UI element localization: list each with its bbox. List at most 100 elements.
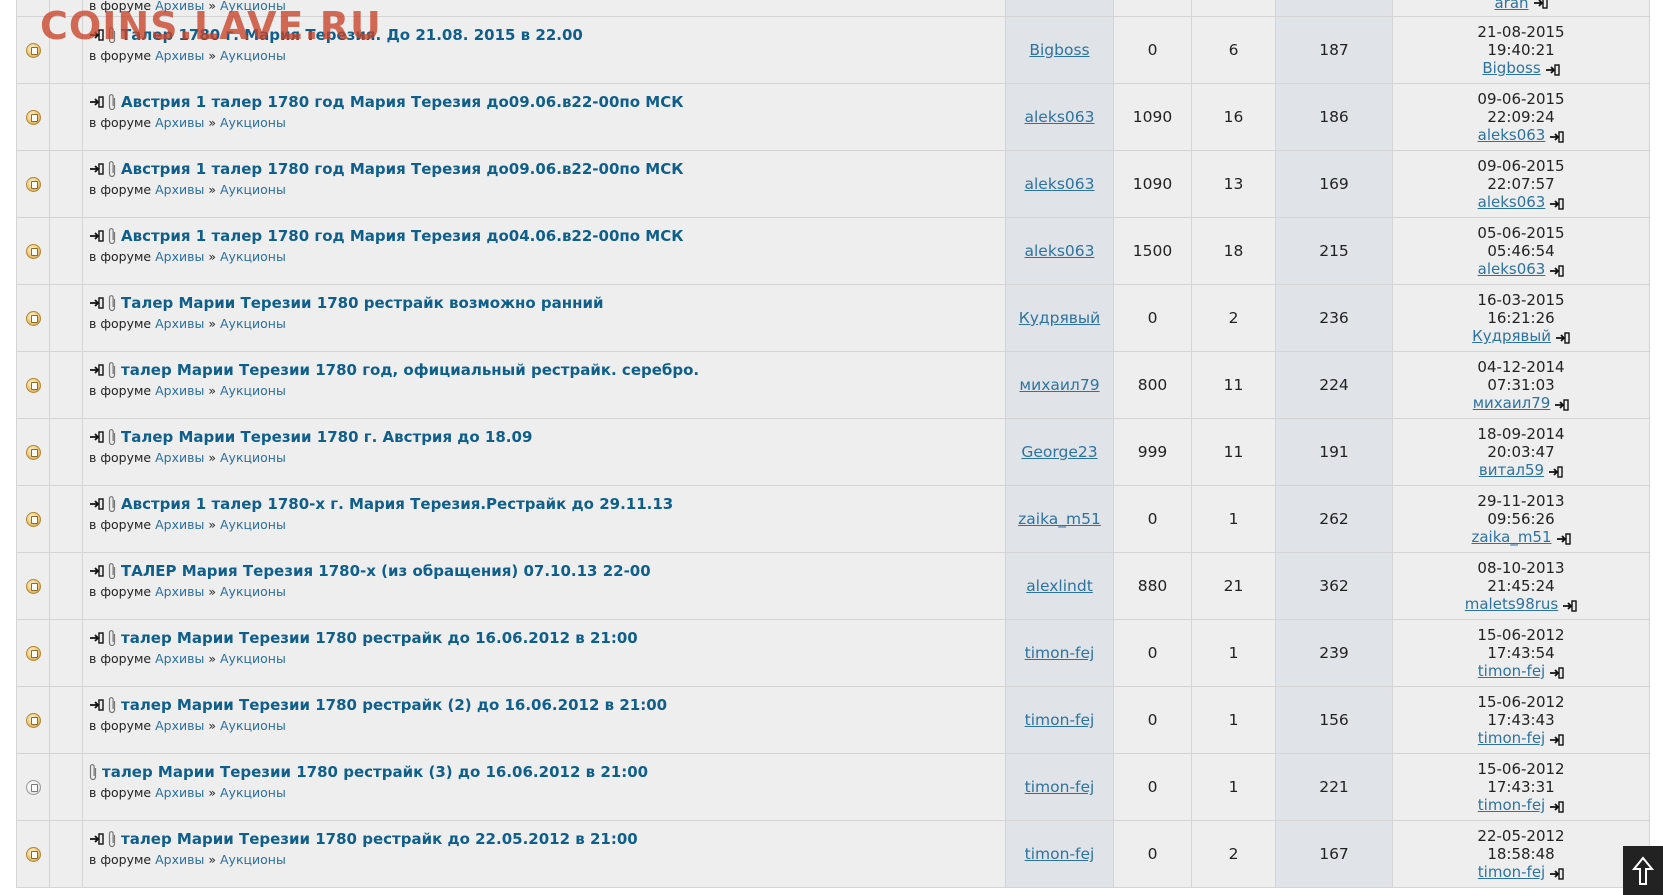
subforum-link[interactable]: Аукционы xyxy=(220,584,286,599)
last-post-user[interactable]: aleks063 xyxy=(1478,126,1546,144)
topic-title-link[interactable]: талер Марии Терезии 1780 рестрайк (2) до… xyxy=(121,696,667,714)
subforum-link[interactable]: Аукционы xyxy=(220,718,286,733)
topic-title-link[interactable]: Австрия 1 талер 1780-х г. Мария Терезия.… xyxy=(121,495,673,513)
go-to-first-new-icon[interactable] xyxy=(89,95,104,109)
go-to-last-post-icon[interactable] xyxy=(1554,397,1569,411)
topic-author-link[interactable]: aleks063 xyxy=(1025,175,1095,193)
topic-author-link[interactable]: timon-fej xyxy=(1025,778,1095,796)
topic-title-link[interactable]: талер Марии Терезии 1780 рестрайк (3) до… xyxy=(102,763,648,781)
go-to-first-new-icon[interactable] xyxy=(89,564,104,578)
last-post-user[interactable]: timon-fej xyxy=(1478,729,1545,747)
forum-link[interactable]: Архивы xyxy=(155,48,204,63)
last-post-cell: 22-05-2012 18:58:48 timon-fej xyxy=(1393,821,1649,887)
blank-cell xyxy=(50,687,83,753)
last-post-user[interactable]: timon-fej xyxy=(1478,863,1545,881)
last-post-user[interactable]: aleks063 xyxy=(1478,193,1546,211)
attachment-icon xyxy=(108,495,117,513)
last-post-user[interactable]: михаил79 xyxy=(1473,394,1551,412)
last-post-user[interactable]: aran xyxy=(1494,0,1528,12)
topic-author-link[interactable]: aleks063 xyxy=(1025,242,1095,260)
subforum-link[interactable]: Аукционы xyxy=(220,450,286,465)
go-to-first-new-icon[interactable] xyxy=(89,631,104,645)
subforum-link[interactable]: Аукционы xyxy=(220,249,286,264)
topic-author-link[interactable]: timon-fej xyxy=(1025,644,1095,662)
topic-author-link[interactable]: George23 xyxy=(1021,443,1097,461)
forum-link[interactable]: Архивы xyxy=(155,517,204,532)
last-post-user[interactable]: malets98rus xyxy=(1465,595,1558,613)
go-to-first-new-icon[interactable] xyxy=(89,497,104,511)
last-post-user[interactable]: aleks063 xyxy=(1478,260,1546,278)
topic-author-link[interactable]: Bigboss xyxy=(1029,41,1089,59)
topic-author-link[interactable]: aleks063 xyxy=(1025,108,1095,126)
forum-link[interactable]: Архивы xyxy=(155,718,204,733)
last-post-user[interactable]: zaika_m51 xyxy=(1471,528,1551,546)
subforum-link[interactable]: Аукционы xyxy=(220,517,286,532)
go-to-last-post-icon[interactable] xyxy=(1549,799,1564,813)
subforum-link[interactable]: Аукционы xyxy=(220,182,286,197)
topic-list: в форуме Архивы » Аукционы aran Талер 17… xyxy=(16,0,1650,888)
go-to-last-post-icon[interactable] xyxy=(1555,330,1570,344)
forum-link[interactable]: Архивы xyxy=(155,584,204,599)
subforum-link[interactable]: Аукционы xyxy=(220,383,286,398)
topic-title-link[interactable]: талер Марии Терезии 1780 год, официальны… xyxy=(121,361,699,379)
forum-link[interactable]: Архивы xyxy=(155,383,204,398)
go-to-last-post-icon[interactable] xyxy=(1549,263,1565,277)
topic-author-link[interactable]: timon-fej xyxy=(1025,711,1095,729)
topic-author-link[interactable]: Кудрявый xyxy=(1019,309,1101,327)
topic-title-link[interactable]: талер Марии Терезии 1780 рестрайк до 22.… xyxy=(121,830,638,848)
go-to-last-post-icon[interactable] xyxy=(1548,464,1563,478)
go-to-first-new-icon[interactable] xyxy=(89,229,104,243)
scroll-to-top-button[interactable] xyxy=(1623,846,1663,895)
topic-title-link[interactable]: Австрия 1 талер 1780 год Мария Терезия д… xyxy=(121,227,684,245)
last-post-user[interactable]: timon-fej xyxy=(1478,662,1545,680)
last-post-user[interactable]: Bigboss xyxy=(1482,59,1540,77)
go-to-first-new-icon[interactable] xyxy=(89,296,104,310)
topic-title-link[interactable]: Талер Марии Терезии 1780 рестрайк возмож… xyxy=(121,294,604,312)
go-to-first-new-icon[interactable] xyxy=(89,430,104,444)
last-post-user[interactable]: timon-fej xyxy=(1478,796,1545,814)
last-post-user[interactable]: витал59 xyxy=(1479,461,1544,479)
go-to-last-post-icon[interactable] xyxy=(1549,665,1564,679)
go-to-last-post-icon[interactable] xyxy=(1533,0,1548,9)
go-to-last-post-icon[interactable] xyxy=(1562,598,1577,612)
topic-author-link[interactable]: zaika_m51 xyxy=(1018,510,1101,528)
go-to-first-new-icon[interactable] xyxy=(89,698,104,712)
topic-title-link[interactable]: Австрия 1 талер 1780 год Мария Терезия д… xyxy=(121,93,684,111)
subforum-link[interactable]: Аукционы xyxy=(220,852,286,867)
price-cell: 800 xyxy=(1114,352,1192,418)
last-post-user[interactable]: Кудрявый xyxy=(1472,327,1551,345)
price-cell xyxy=(1114,0,1192,16)
topic-author-link[interactable]: timon-fej xyxy=(1025,845,1095,863)
go-to-first-new-icon[interactable] xyxy=(89,162,104,176)
subforum-link[interactable]: Аукционы xyxy=(220,316,286,331)
go-to-first-new-icon[interactable] xyxy=(89,363,104,377)
subforum-link[interactable]: Аукционы xyxy=(220,48,286,63)
go-to-last-post-icon[interactable] xyxy=(1549,866,1564,880)
title-cell: талер Марии Терезии 1780 год, официальны… xyxy=(83,352,1006,418)
subforum-link[interactable]: Аукционы xyxy=(220,115,286,130)
price-value: 1090 xyxy=(1132,108,1173,126)
subforum-link[interactable]: Аукционы xyxy=(220,651,286,666)
forum-link[interactable]: Архивы xyxy=(155,182,204,197)
go-to-first-new-icon[interactable] xyxy=(89,832,104,846)
price-cell: 1500 xyxy=(1114,218,1192,284)
forum-link[interactable]: Архивы xyxy=(155,651,204,666)
topic-title-link[interactable]: Талер Марии Терезии 1780 г. Австрия до 1… xyxy=(121,428,532,446)
go-to-last-post-icon[interactable] xyxy=(1545,62,1560,76)
forum-link[interactable]: Архивы xyxy=(155,785,204,800)
topic-title-link[interactable]: талер Марии Терезии 1780 рестрайк до 16.… xyxy=(121,629,638,647)
topic-title-link[interactable]: Австрия 1 талер 1780 год Мария Терезия д… xyxy=(121,160,684,178)
topic-author-link[interactable]: alexlindt xyxy=(1026,577,1093,595)
subforum-link[interactable]: Аукционы xyxy=(220,785,286,800)
topic-title-link[interactable]: ТАЛЕР Мария Терезия 1780-х (из обращения… xyxy=(121,562,651,580)
forum-link[interactable]: Архивы xyxy=(155,316,204,331)
go-to-last-post-icon[interactable] xyxy=(1556,531,1571,545)
go-to-last-post-icon[interactable] xyxy=(1549,196,1565,210)
topic-author-link[interactable]: михаил79 xyxy=(1019,376,1099,394)
forum-link[interactable]: Архивы xyxy=(155,852,204,867)
forum-link[interactable]: Архивы xyxy=(155,450,204,465)
go-to-last-post-icon[interactable] xyxy=(1549,129,1565,143)
forum-link[interactable]: Архивы xyxy=(155,249,204,264)
forum-link[interactable]: Архивы xyxy=(155,115,204,130)
go-to-last-post-icon[interactable] xyxy=(1549,732,1564,746)
